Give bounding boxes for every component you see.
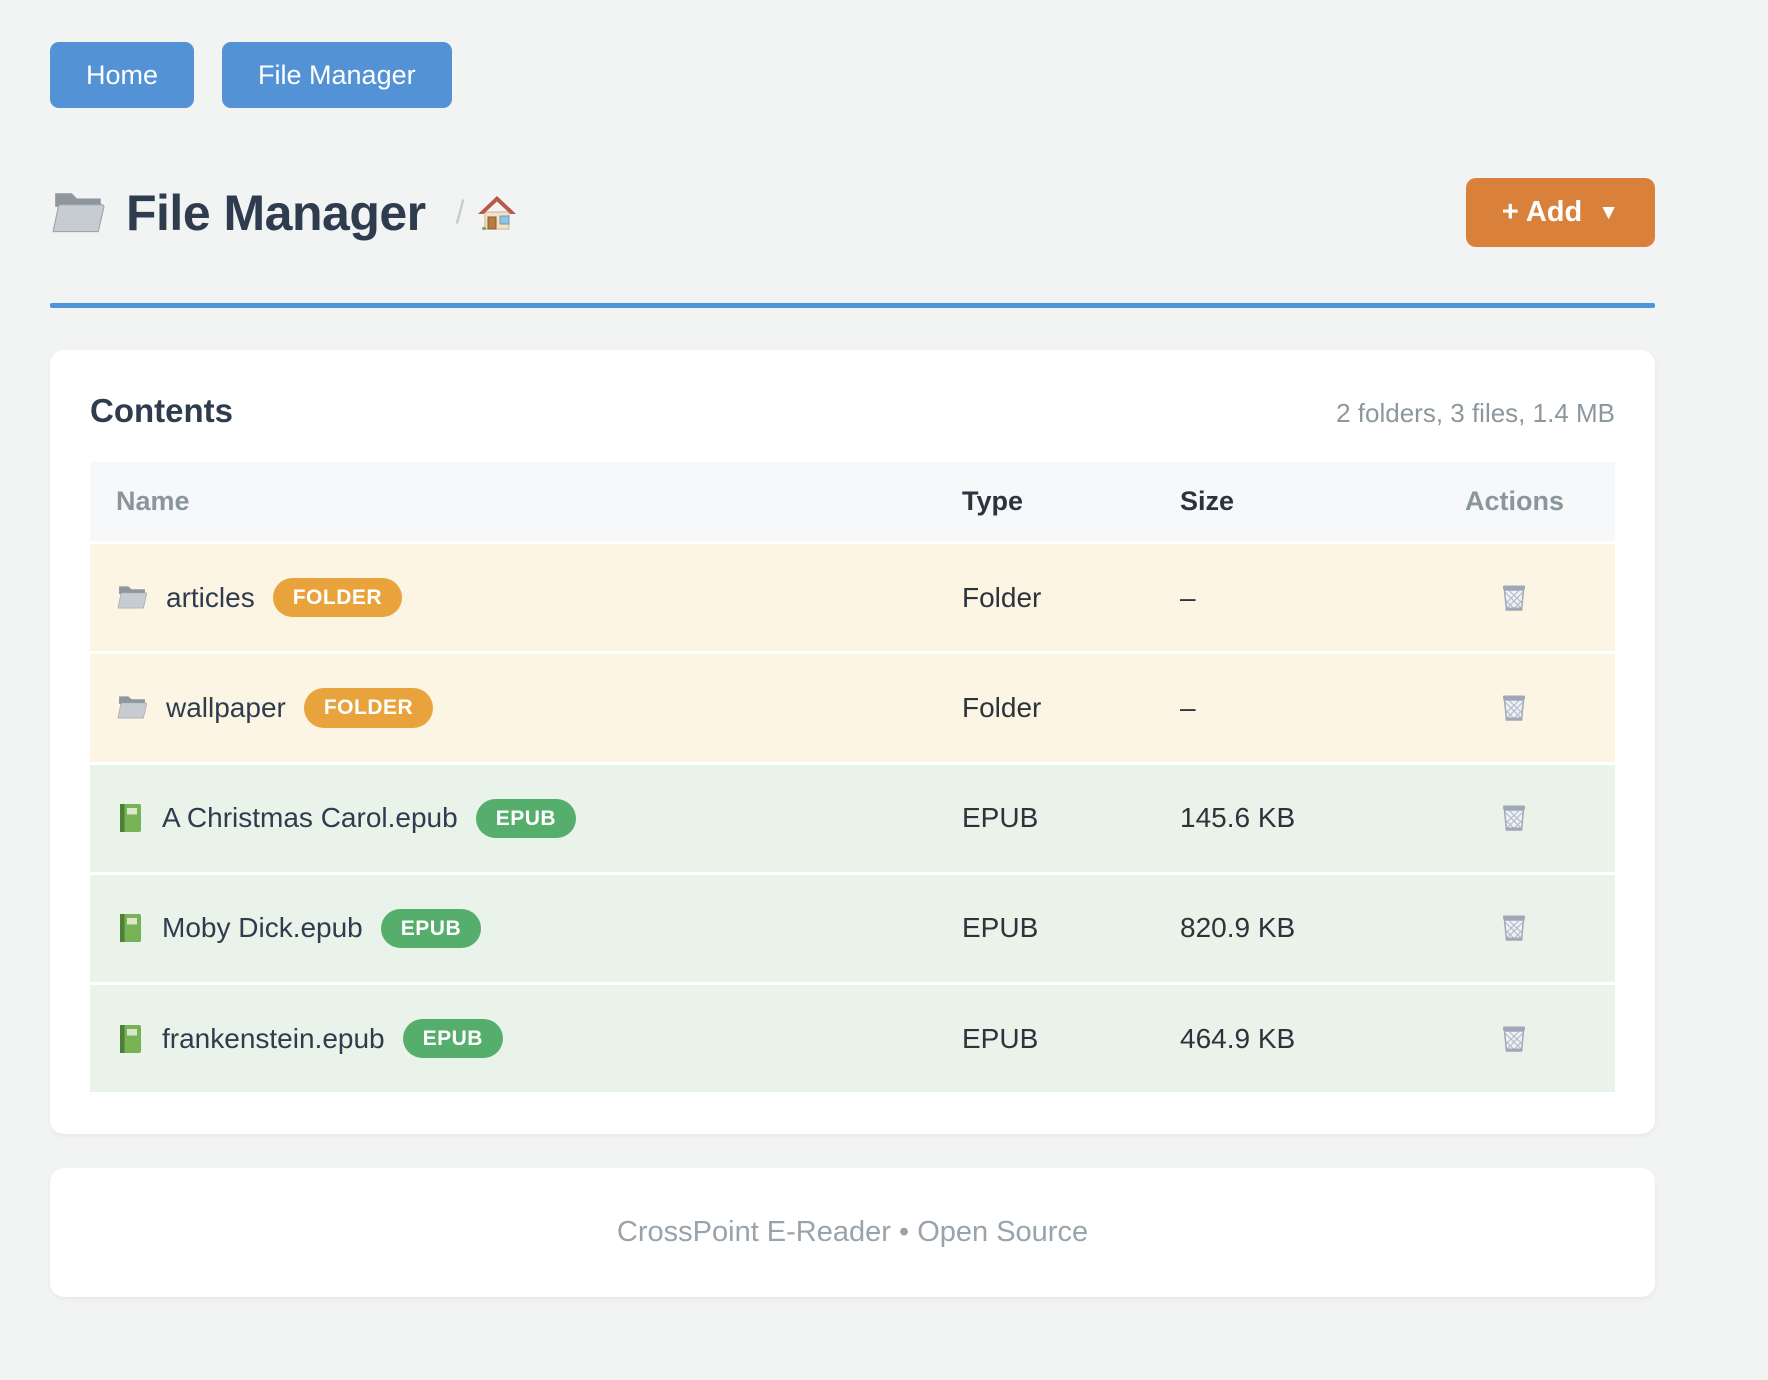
breadcrumb: / [456,193,517,233]
delete-button[interactable] [1495,909,1533,947]
folder-icon [116,584,148,611]
page-header: File Manager / + Add ▼ [50,178,1655,247]
trash-icon [1495,579,1533,617]
type-cell: EPUB [952,768,1170,868]
green-book-icon [116,912,144,944]
table-row: A Christmas Carol.epub EPUB EPUB 145.6 K… [90,762,1615,872]
type-badge: FOLDER [273,578,402,617]
trash-icon [1495,799,1533,837]
size-cell: – [1170,658,1455,758]
footer-card: CrossPoint E-Reader • Open Source [50,1168,1655,1297]
green-book-icon [116,802,144,834]
add-button-label: + Add [1502,195,1582,230]
file-name[interactable]: wallpaper [166,692,286,724]
type-badge: EPUB [403,1019,503,1058]
size-cell: – [1170,548,1455,648]
size-cell: 820.9 KB [1170,878,1455,978]
house-icon[interactable] [477,193,517,233]
delete-button[interactable] [1495,689,1533,727]
delete-button[interactable] [1495,799,1533,837]
trash-icon [1495,689,1533,727]
file-name[interactable]: Moby Dick.epub [162,912,363,944]
type-badge: EPUB [476,799,576,838]
nav-file-manager-button[interactable]: File Manager [222,42,452,108]
table-row: frankenstein.epub EPUB EPUB 464.9 KB [90,982,1615,1092]
file-name[interactable]: articles [166,582,255,614]
contents-table: Name Type Size Actions articles FOLDER [90,462,1615,1092]
column-header-actions: Actions [1455,462,1615,541]
delete-button[interactable] [1495,1020,1533,1058]
table-row: Moby Dick.epub EPUB EPUB 820.9 KB [90,872,1615,982]
file-name[interactable]: frankenstein.epub [162,1023,385,1055]
open-folder-icon [50,189,106,237]
breadcrumb-separator: / [456,194,465,231]
table-row: articles FOLDER Folder – [90,541,1615,651]
type-cell: Folder [952,548,1170,648]
nav-home-button[interactable]: Home [50,42,194,108]
size-cell: 145.6 KB [1170,768,1455,868]
table-header: Name Type Size Actions [90,462,1615,541]
file-name[interactable]: A Christmas Carol.epub [162,802,458,834]
add-button[interactable]: + Add ▼ [1466,178,1655,247]
top-nav: Home File Manager [50,42,1655,108]
contents-card: Contents 2 folders, 3 files, 1.4 MB Name… [50,350,1655,1134]
trash-icon [1495,909,1533,947]
type-cell: Folder [952,658,1170,758]
folder-icon [116,694,148,721]
page-title: File Manager [126,184,426,242]
green-book-icon [116,1023,144,1055]
contents-summary: 2 folders, 3 files, 1.4 MB [1336,398,1615,429]
type-badge: EPUB [381,909,481,948]
type-cell: EPUB [952,989,1170,1089]
column-header-type: Type [952,462,1170,541]
type-cell: EPUB [952,878,1170,978]
contents-card-header: Contents 2 folders, 3 files, 1.4 MB [90,392,1615,430]
size-cell: 464.9 KB [1170,989,1455,1089]
page: Home File Manager File Manager / [50,0,1655,1297]
title-group: File Manager / [50,184,517,242]
delete-button[interactable] [1495,579,1533,617]
column-header-name: Name [90,462,952,541]
column-header-size: Size [1170,462,1455,541]
table-row: wallpaper FOLDER Folder – [90,651,1615,761]
contents-title: Contents [90,392,233,430]
caret-down-icon: ▼ [1598,200,1619,225]
accent-divider [50,303,1655,308]
type-badge: FOLDER [304,688,433,727]
trash-icon [1495,1020,1533,1058]
footer-text: CrossPoint E-Reader • Open Source [617,1216,1088,1248]
